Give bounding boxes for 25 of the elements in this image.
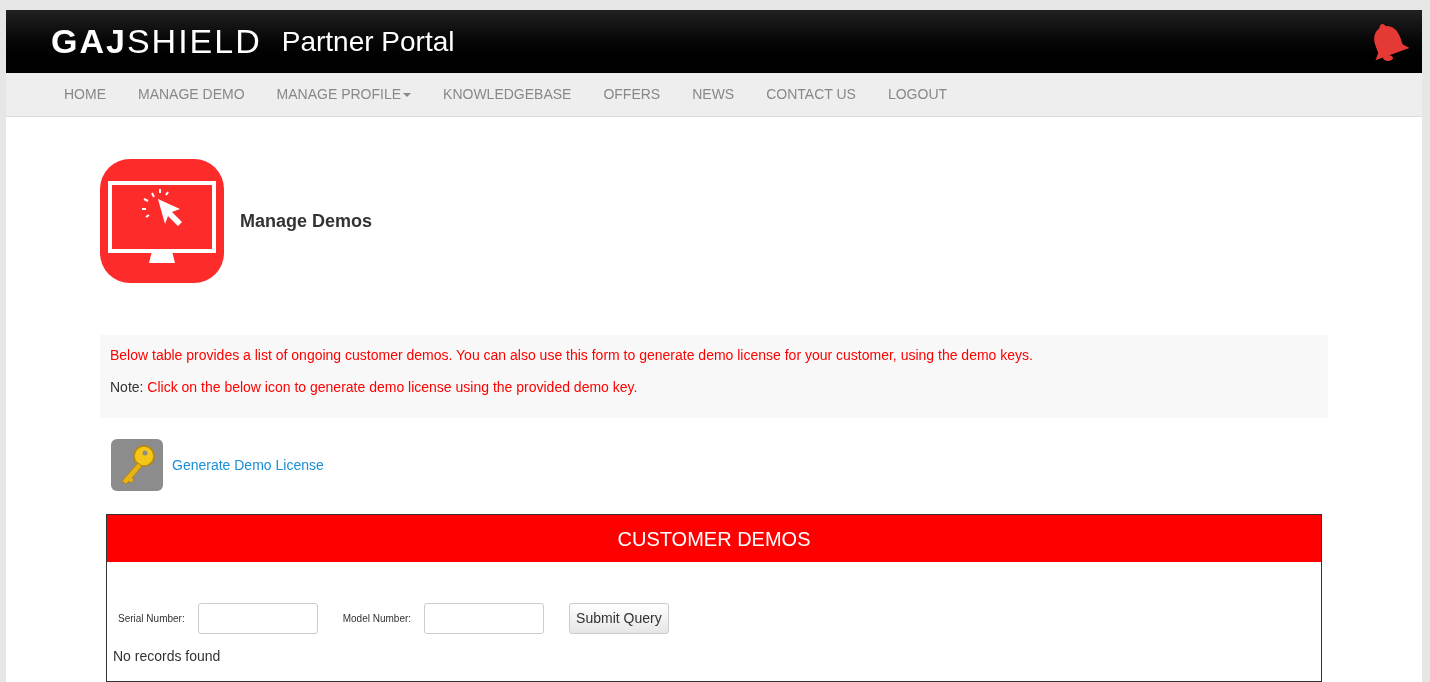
panel-title: CUSTOMER DEMOS [617,526,811,552]
note-label: Note: [110,379,144,395]
input-field[interactable] [424,603,545,634]
info-text: Below table provides a list of ongoing customer demos. You can also use this form to generate demo license for your customer, using the demo keys. [110,346,1034,365]
field-label: Serial Number: [118,612,185,626]
nav-link[interactable]: CONTACT US [750,84,872,105]
empty-message: No records found [113,647,222,666]
nav-link[interactable]: KNOWLEDGEBASE [427,84,588,105]
key-icon[interactable] [110,438,164,492]
nav-link[interactable]: NEWS [676,84,751,105]
page-title: Manage Demos [240,209,373,233]
nav-link[interactable]: HOME [48,84,122,105]
nav-link[interactable]: MANAGE DEMO [122,84,261,105]
input-field[interactable] [197,603,318,634]
field-label: Model Number: [342,612,412,626]
nav-link[interactable]: LOGOUT [871,84,964,105]
caret-icon [403,92,412,97]
portal-title: Partner Portal [281,24,455,59]
monitor-icon [100,159,224,283]
logo: GAJSHIELD [51,21,262,62]
submit-button[interactable]: Submit Query [569,603,669,634]
nav-link[interactable]: MANAGE PROFILE [260,84,428,105]
nav-link[interactable]: OFFERS [587,84,677,105]
note-text: Click on the below icon to generate demo license using the provided demo key. [147,379,638,395]
generate-license-link[interactable]: Generate Demo License [172,454,324,476]
